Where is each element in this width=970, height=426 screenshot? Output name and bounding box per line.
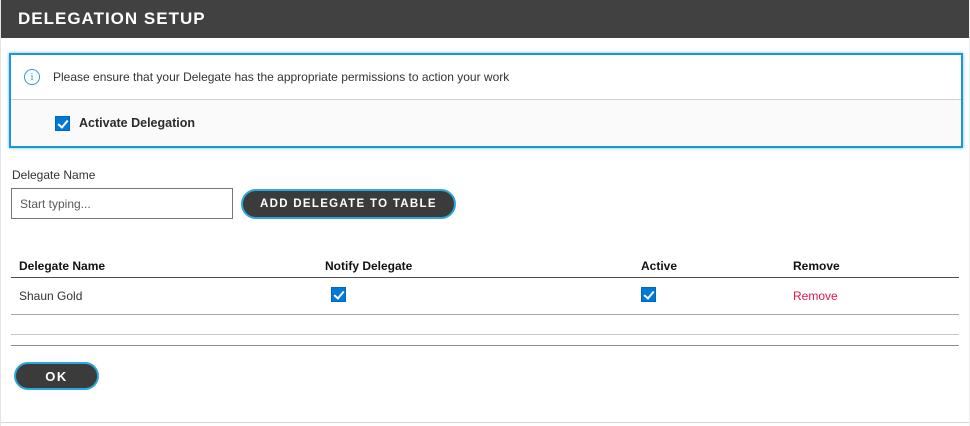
column-header-active: Active xyxy=(641,259,791,273)
activate-delegation-label: Activate Delegation xyxy=(79,116,195,130)
notice-message: Please ensure that your Delegate has the… xyxy=(53,70,509,84)
table-empty-row xyxy=(11,315,959,334)
column-header-notify-delegate: Notify Delegate xyxy=(323,259,641,273)
activate-delegation-row: Activate Delegation xyxy=(11,100,961,146)
activate-delegation-checkbox[interactable] xyxy=(55,116,70,131)
delegation-setup-page: DELEGATION SETUP i Please ensure that yo… xyxy=(0,0,970,426)
table-header-row: Delegate Name Notify Delegate Active Rem… xyxy=(11,255,959,277)
table-bottom-border xyxy=(11,345,959,346)
ok-button[interactable]: OK xyxy=(14,362,99,390)
column-header-remove: Remove xyxy=(791,259,959,273)
titlebar: DELEGATION SETUP xyxy=(1,0,969,38)
notice-panel: i Please ensure that your Delegate has t… xyxy=(9,53,963,148)
remove-link[interactable]: Remove xyxy=(793,289,838,303)
delegate-name-label: Delegate Name xyxy=(12,168,95,182)
table-row: Shaun Gold Remove xyxy=(11,278,959,314)
notice-row: i Please ensure that your Delegate has t… xyxy=(11,55,961,99)
info-icon: i xyxy=(24,69,40,85)
delegate-name-cell: Shaun Gold xyxy=(11,289,323,303)
notify-delegate-cell xyxy=(323,287,641,305)
notify-delegate-checkbox[interactable] xyxy=(331,287,346,302)
column-header-delegate-name: Delegate Name xyxy=(11,259,323,273)
table-bottom-spacer xyxy=(11,335,959,345)
delegate-name-input[interactable] xyxy=(11,188,233,219)
remove-cell: Remove xyxy=(791,289,959,303)
add-delegate-button[interactable]: ADD DELEGATE TO TABLE xyxy=(241,189,456,219)
page-title: DELEGATION SETUP xyxy=(1,9,206,29)
page-bottom-border xyxy=(1,422,969,423)
active-checkbox[interactable] xyxy=(641,287,656,302)
delegates-table: Delegate Name Notify Delegate Active Rem… xyxy=(11,255,959,346)
active-cell xyxy=(641,287,791,305)
